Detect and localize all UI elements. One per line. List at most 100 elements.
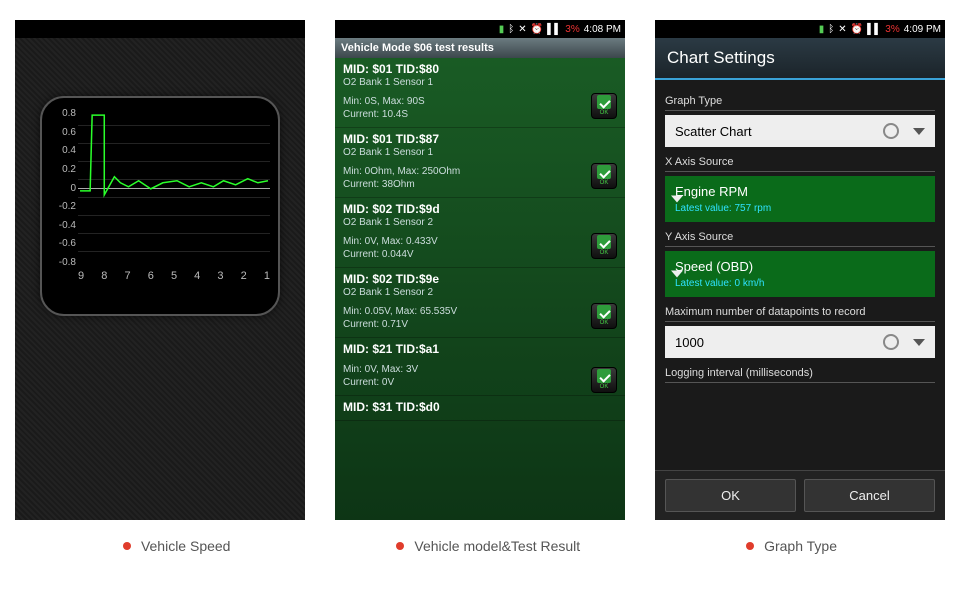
result-mid: MID: $21 TID:$a1 [343, 342, 617, 356]
status-bar [15, 20, 305, 38]
alarm-icon: ⏰ [851, 24, 863, 35]
x-tick: 5 [171, 270, 177, 282]
graph-type-select[interactable]: Scatter Chart [665, 115, 935, 147]
chevron-down-icon [671, 271, 683, 278]
status-bar: ▮ ᛒ ✕ ⏰ ▌▌ 3% 4:08 PM [335, 20, 625, 38]
interval-label: Logging interval (milliseconds) [665, 364, 935, 383]
alarm-icon: ⏰ [531, 24, 543, 35]
x-tick: 2 [241, 270, 247, 282]
y-tick: 0.4 [50, 145, 76, 156]
signal-icon: ▌▌ [867, 24, 881, 35]
ok-badge: OK [591, 93, 617, 119]
status-time: 4:09 PM [904, 24, 941, 35]
dialog-title: Chart Settings [667, 48, 933, 68]
dialog-header: Chart Settings [655, 38, 945, 80]
dialog-buttons: OK Cancel [655, 470, 945, 520]
result-item[interactable]: MID: $01 TID:$80O2 Bank 1 Sensor 1 Min: 0… [335, 58, 625, 128]
battery-icon: ▮ [499, 24, 505, 35]
x-tick: 1 [264, 270, 270, 282]
y-tick: 0.2 [50, 164, 76, 175]
x-tick: 8 [101, 270, 107, 282]
y-axis: 0.8 0.6 0.4 0.2 0 -0.2 -0.4 -0.6 -0.8 [50, 108, 76, 268]
x-tick: 4 [194, 270, 200, 282]
check-icon [597, 369, 611, 383]
result-mid: MID: $01 TID:$80 [343, 62, 617, 76]
result-item[interactable]: MID: $21 TID:$a1 Min: 0V, Max: 3VCurrent:… [335, 338, 625, 396]
result-item[interactable]: MID: $31 TID:$d0 [335, 396, 625, 421]
result-values: Min: 0V, Max: 3VCurrent: 0V [343, 364, 617, 389]
result-values: Min: 0.05V, Max: 65.535VCurrent: 0.71V [343, 306, 617, 331]
result-subtitle: O2 Bank 1 Sensor 2 [343, 287, 617, 298]
check-icon [597, 305, 611, 319]
caption-text: Vehicle Speed [141, 538, 231, 554]
yaxis-subvalue: Latest value: 0 km/h [675, 278, 901, 289]
x-tick: 9 [78, 270, 84, 282]
y-tick: -0.2 [50, 201, 76, 212]
screens-row: 加速度 g 0.8 0.6 0.4 0.2 0 -0.2 -0.4 -0.6 -… [0, 0, 960, 520]
bullet-icon [396, 542, 404, 550]
battery-percent: 3% [565, 24, 579, 35]
radio-icon [883, 334, 899, 350]
yaxis-label: Y Axis Source [665, 228, 935, 247]
xaxis-select[interactable]: Engine RPM Latest value: 757 rpm [665, 176, 935, 222]
result-item[interactable]: MID: $02 TID:$9eO2 Bank 1 Sensor 2 Min: 0… [335, 268, 625, 338]
ok-button[interactable]: OK [665, 479, 796, 512]
y-tick: 0.6 [50, 127, 76, 138]
chevron-down-icon [913, 128, 925, 135]
check-icon [597, 95, 611, 109]
battery-icon: ▮ [819, 24, 825, 35]
xaxis-subvalue: Latest value: 757 rpm [675, 203, 901, 214]
screen-vehicle-speed: 加速度 g 0.8 0.6 0.4 0.2 0 -0.2 -0.4 -0.6 -… [15, 20, 305, 520]
result-subtitle: O2 Bank 1 Sensor 1 [343, 147, 617, 158]
result-item[interactable]: MID: $02 TID:$9dO2 Bank 1 Sensor 2Min: 0… [335, 198, 625, 268]
battery-percent: 3% [885, 24, 899, 35]
ok-badge: OK [591, 367, 617, 393]
max-datapoints-label: Maximum number of datapoints to record [665, 303, 935, 322]
captions-row: Vehicle Speed Vehicle model&Test Result … [0, 538, 960, 554]
check-icon [597, 165, 611, 179]
check-icon [597, 235, 611, 249]
ok-badge: OK [591, 163, 617, 189]
status-time: 4:08 PM [584, 24, 621, 35]
caption-2: Vehicle model&Test Result [396, 538, 580, 554]
ok-badge: OK [591, 233, 617, 259]
y-tick: 0 [50, 183, 76, 194]
results-list[interactable]: MID: $01 TID:$80O2 Bank 1 Sensor 1Min: 0… [335, 58, 625, 520]
result-mid: MID: $02 TID:$9e [343, 272, 617, 286]
mute-icon: ✕ [838, 24, 846, 35]
status-bar: ▮ ᛒ ✕ ⏰ ▌▌ 3% 4:09 PM [655, 20, 945, 38]
caption-text: Vehicle model&Test Result [414, 538, 580, 554]
x-tick: 7 [124, 270, 130, 282]
result-values: Min: 0Ohm, Max: 250OhmCurrent: 38Ohm [343, 166, 617, 191]
max-datapoints-value: 1000 [675, 335, 883, 350]
result-item[interactable]: MID: $01 TID:$87O2 Bank 1 Sensor 1Min: 0… [335, 128, 625, 198]
bluetooth-icon: ᛒ [828, 24, 834, 35]
x-tick: 6 [148, 270, 154, 282]
bullet-icon [746, 542, 754, 550]
result-subtitle: O2 Bank 1 Sensor 1 [343, 77, 617, 88]
chart-plot-area [78, 108, 270, 268]
caption-1: Vehicle Speed [123, 538, 231, 554]
y-tick: -0.8 [50, 257, 76, 268]
screen-test-results: ▮ ᛒ ✕ ⏰ ▌▌ 3% 4:08 PM Vehicle Mode $06 t… [335, 20, 625, 520]
max-datapoints-select[interactable]: 1000 [665, 326, 935, 358]
mute-icon: ✕ [518, 24, 526, 35]
caption-text: Graph Type [764, 538, 837, 554]
cancel-button[interactable]: Cancel [804, 479, 935, 512]
xaxis-label: X Axis Source [665, 153, 935, 172]
yaxis-select[interactable]: Speed (OBD) Latest value: 0 km/h [665, 251, 935, 297]
graph-type-value: Scatter Chart [675, 124, 883, 139]
acceleration-gauge: 加速度 g 0.8 0.6 0.4 0.2 0 -0.2 -0.4 -0.6 -… [40, 96, 280, 316]
signal-icon: ▌▌ [547, 24, 561, 35]
gauge-background: 加速度 g 0.8 0.6 0.4 0.2 0 -0.2 -0.4 -0.6 -… [15, 38, 305, 520]
x-tick: 3 [217, 270, 223, 282]
result-subtitle: O2 Bank 1 Sensor 2 [343, 217, 617, 228]
graph-type-label: Graph Type [665, 92, 935, 111]
y-tick: -0.4 [50, 220, 76, 231]
result-mid: MID: $31 TID:$d0 [343, 400, 617, 414]
chart-trace [78, 108, 270, 270]
caption-3: Graph Type [746, 538, 837, 554]
bluetooth-icon: ᛒ [508, 24, 514, 35]
yaxis-value: Speed (OBD) [675, 259, 901, 274]
result-values: Min: 0S, Max: 90SCurrent: 10.4S [343, 96, 617, 121]
